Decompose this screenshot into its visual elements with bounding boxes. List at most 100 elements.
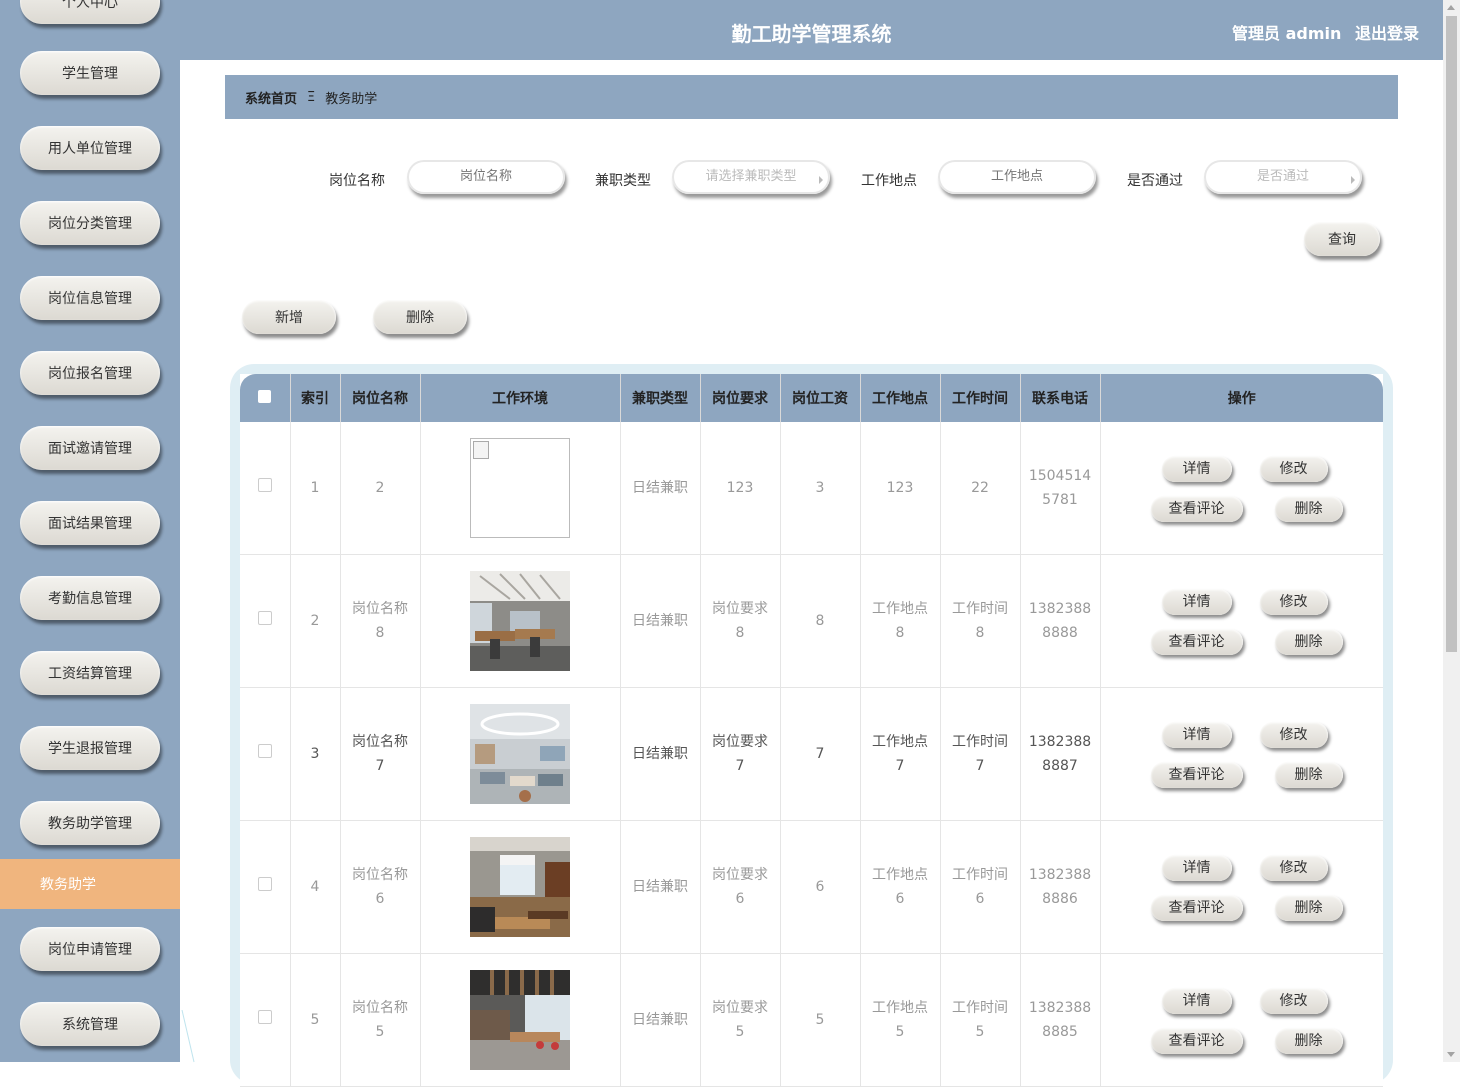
- edit-button[interactable]: 修改: [1259, 456, 1328, 482]
- breadcrumb-home[interactable]: 系统首页: [245, 88, 297, 107]
- requirement-cell: 岗位要求 7: [700, 687, 781, 821]
- sidebar-item-position-requests[interactable]: 岗位申请管理: [20, 927, 160, 971]
- cell-text: 工作地点: [872, 867, 928, 883]
- breadcrumb-separator-icon: Ξ: [307, 89, 316, 105]
- cell-text: 工作时间: [952, 734, 1008, 750]
- row-actions: 详情 修改 查看评论 删除: [1101, 422, 1384, 554]
- phone-cell: 1504514 5781: [1020, 422, 1101, 555]
- decorative-line: [181, 1010, 195, 1063]
- cell-text: 8888: [1042, 625, 1078, 641]
- sidebar-item-attendance[interactable]: 考勤信息管理: [20, 576, 160, 620]
- table-row: 4 岗位名称 6 日结兼职 岗位要求 6 6 工作地点 6 工作时间 6 1382388 8886 详情 修…: [240, 820, 1383, 954]
- detail-button[interactable]: 详情: [1161, 722, 1232, 748]
- cell-text: 8: [375, 625, 385, 641]
- view-comments-button[interactable]: 查看评论: [1150, 1028, 1243, 1054]
- sidebar-item-withdrawals[interactable]: 学生退报管理: [20, 726, 160, 770]
- row-select-cell: [240, 820, 291, 954]
- delete-button[interactable]: 删除: [1274, 895, 1343, 921]
- scroll-down-arrow-icon[interactable]: [1447, 1052, 1455, 1057]
- index-cell: 1: [290, 422, 341, 555]
- scroll-up-arrow-icon[interactable]: [1447, 5, 1455, 10]
- row-checkbox[interactable]: [257, 478, 272, 492]
- requirement-cell: 岗位要求 5: [700, 953, 781, 1087]
- table-row: 2 岗位名称 8 日结兼职 岗位要求 8 8 工作地点 8 工作时间 8 1382388 8888 详情 修…: [240, 554, 1383, 688]
- index-cell: 4: [290, 820, 341, 954]
- operations-cell: 详情 修改 查看评论 删除: [1100, 820, 1383, 954]
- sidebar-item-personal-center[interactable]: 个人中心: [20, 0, 160, 24]
- sidebar-item-job-categories[interactable]: 岗位分类管理: [20, 201, 160, 245]
- cell-text: 1504514: [1028, 468, 1092, 484]
- delete-button[interactable]: 删除: [1274, 629, 1343, 655]
- column-header: 兼职类型: [620, 374, 701, 422]
- vertical-scrollbar[interactable]: [1443, 0, 1460, 1062]
- time-cell: 工作时间 6: [940, 820, 1021, 954]
- edit-button[interactable]: 修改: [1259, 855, 1328, 881]
- job-name-cell: 岗位名称 8: [340, 554, 421, 688]
- sidebar-item-job-info[interactable]: 岗位信息管理: [20, 276, 160, 320]
- cell-text: 2: [375, 480, 385, 496]
- cell-text: 8887: [1042, 758, 1078, 774]
- detail-button[interactable]: 详情: [1161, 988, 1232, 1014]
- sidebar-item-system[interactable]: 系统管理: [20, 1002, 160, 1046]
- row-checkbox[interactable]: [257, 877, 272, 891]
- chevron-right-icon: [819, 176, 823, 184]
- cell-text: 5: [375, 1024, 385, 1040]
- cell-text: 5: [975, 1024, 985, 1040]
- add-button[interactable]: 新增: [242, 300, 336, 334]
- cell-text: 岗位名称: [352, 601, 408, 617]
- edit-button[interactable]: 修改: [1259, 722, 1328, 748]
- edit-button[interactable]: 修改: [1259, 988, 1328, 1014]
- job-name-label: 岗位名称: [329, 173, 385, 189]
- cell-text: 7: [375, 758, 385, 774]
- view-comments-button[interactable]: 查看评论: [1150, 895, 1243, 921]
- location-input[interactable]: [938, 160, 1096, 194]
- cell-text: 1382388: [1028, 601, 1092, 617]
- logout-link[interactable]: 退出登录: [1355, 24, 1419, 43]
- time-cell: 工作时间 8: [940, 554, 1021, 688]
- edit-button[interactable]: 修改: [1259, 589, 1328, 615]
- table-frame: 索引 岗位名称 工作环境 兼职类型 岗位要求 岗位工资 工作地点 工作时间 联系…: [230, 364, 1393, 1087]
- sidebar-item-employers[interactable]: 用人单位管理: [20, 126, 160, 170]
- delete-button[interactable]: 删除: [1274, 762, 1343, 788]
- index-cell: 5: [290, 953, 341, 1087]
- table-row: 3 岗位名称 7 日结兼职 岗位要求 7 7 工作地点 7 工作时间 7 1382388 8887 详情 修…: [240, 687, 1383, 821]
- breadcrumb: 系统首页 Ξ 教务助学: [225, 75, 1398, 119]
- batch-delete-button[interactable]: 删除: [373, 300, 467, 334]
- query-button[interactable]: 查询: [1304, 222, 1380, 256]
- sidebar-item-interview-invites[interactable]: 面试邀请管理: [20, 426, 160, 470]
- delete-button[interactable]: 删除: [1274, 1028, 1343, 1054]
- column-header: 岗位名称: [340, 374, 421, 422]
- table-row: 5 岗位名称 5 日结兼职 岗位要求 5 5 工作地点 5 工作时间 5 1382388 8885 详情 修…: [240, 953, 1384, 1087]
- passed-select[interactable]: 是否通过: [1204, 160, 1362, 194]
- chevron-right-icon: [1351, 176, 1355, 184]
- detail-button[interactable]: 详情: [1161, 855, 1232, 881]
- row-checkbox[interactable]: [257, 744, 272, 758]
- view-comments-button[interactable]: 查看评论: [1150, 496, 1243, 522]
- delete-button[interactable]: 删除: [1274, 496, 1343, 522]
- sidebar-item-students[interactable]: 学生管理: [20, 51, 160, 95]
- job-name-input[interactable]: [407, 160, 565, 194]
- sidebar-item-job-applications[interactable]: 岗位报名管理: [20, 351, 160, 395]
- select-all-checkbox[interactable]: [258, 389, 272, 403]
- location-label: 工作地点: [861, 173, 917, 189]
- view-comments-button[interactable]: 查看评论: [1150, 629, 1243, 655]
- row-checkbox[interactable]: [257, 611, 272, 625]
- sidebar-item-interview-results[interactable]: 面试结果管理: [20, 501, 160, 545]
- phone-cell: 1382388 8888: [1020, 554, 1101, 688]
- job-type-cell: 日结兼职: [620, 953, 701, 1087]
- sidebar-item-academic-aid-active[interactable]: 教务助学: [0, 859, 180, 909]
- salary-cell: 8: [780, 554, 861, 688]
- row-actions: 详情 修改 查看评论 删除: [1101, 954, 1384, 1086]
- job-type-label: 兼职类型: [595, 173, 651, 189]
- select-all-header[interactable]: [240, 374, 291, 422]
- cell-text: 工作时间: [952, 1000, 1008, 1016]
- row-select-cell: [240, 687, 291, 821]
- scroll-thumb[interactable]: [1446, 16, 1457, 652]
- sidebar-item-academic-aid[interactable]: 教务助学管理: [20, 801, 160, 845]
- detail-button[interactable]: 详情: [1161, 589, 1232, 615]
- detail-button[interactable]: 详情: [1161, 456, 1232, 482]
- view-comments-button[interactable]: 查看评论: [1150, 762, 1243, 788]
- sidebar-item-salary[interactable]: 工资结算管理: [20, 651, 160, 695]
- row-checkbox[interactable]: [257, 1010, 272, 1024]
- job-type-select[interactable]: 请选择兼职类型: [672, 160, 830, 194]
